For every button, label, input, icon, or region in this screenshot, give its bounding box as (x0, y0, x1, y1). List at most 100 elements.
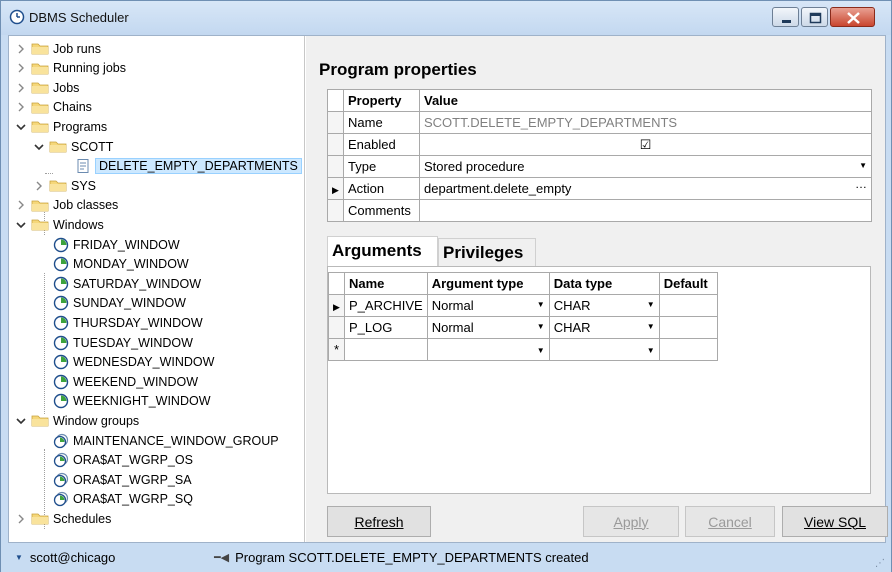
close-button[interactable] (830, 7, 875, 27)
resize-grip-icon[interactable]: ⋰ (875, 558, 885, 569)
default-cell[interactable] (658, 294, 719, 317)
property-row-comments[interactable]: Comments (327, 199, 872, 222)
tree-window-node[interactable]: MONDAY_WINDOW (53, 255, 189, 274)
collapsed-chevron-icon[interactable] (33, 180, 45, 192)
tree-window-group-node[interactable]: ORA$AT_WGRP_SQ (53, 490, 193, 509)
arguments-grid[interactable]: Name Argument type Data type Default ▶ P… (328, 272, 719, 361)
argument-type-select[interactable]: Normal ▼ (426, 316, 550, 339)
data-type-select[interactable]: CHAR ▼ (548, 294, 660, 317)
collapsed-chevron-icon[interactable] (15, 513, 27, 525)
collapsed-chevron-icon[interactable] (15, 43, 27, 55)
dropdown-arrow-icon[interactable]: ▼ (859, 161, 867, 170)
row-selector[interactable] (327, 111, 344, 134)
default-cell[interactable] (658, 338, 719, 361)
property-row-enabled[interactable]: Enabled ☑ (327, 133, 872, 156)
argument-row[interactable]: P_LOG Normal ▼ CHAR ▼ (328, 316, 719, 339)
argument-type-select[interactable]: Normal ▼ (426, 294, 550, 317)
folder-icon (31, 42, 49, 55)
tree-window-node[interactable]: WEEKNIGHT_WINDOW (53, 392, 211, 411)
tree-folder-node[interactable]: Jobs (15, 78, 79, 97)
tree-folder-node[interactable]: Running jobs (15, 59, 126, 78)
tree-window-node[interactable]: SUNDAY_WINDOW (53, 294, 186, 313)
tab-arguments[interactable]: Arguments (327, 236, 438, 266)
dropdown-arrow-icon[interactable]: ▼ (15, 553, 23, 562)
argument-name[interactable] (344, 338, 428, 361)
tree-folder-node[interactable]: Schedules (15, 509, 111, 528)
refresh-button[interactable]: Refresh (327, 506, 431, 537)
maximize-button[interactable] (801, 7, 828, 27)
view-sql-button[interactable]: View SQL (782, 506, 888, 537)
dropdown-arrow-icon[interactable]: ▼ (647, 346, 655, 355)
argument-type-select[interactable]: ▼ (426, 338, 550, 361)
tree-window-node[interactable]: TUESDAY_WINDOW (53, 333, 193, 352)
property-row-name[interactable]: Name SCOTT.DELETE_EMPTY_DEPARTMENTS (327, 111, 872, 134)
expanded-chevron-icon[interactable] (15, 219, 27, 231)
expanded-chevron-icon[interactable] (15, 415, 27, 427)
tree-window-node[interactable]: FRIDAY_WINDOW (53, 235, 180, 254)
value-column-header: Value (419, 89, 872, 112)
dropdown-arrow-icon[interactable]: ▼ (647, 322, 655, 331)
tree-node-label: Chains (53, 100, 92, 115)
tree-folder-node[interactable]: Job classes (15, 196, 118, 215)
type-select[interactable]: Stored procedure ▼ (419, 155, 872, 178)
tree-window-node[interactable]: SATURDAY_WINDOW (53, 274, 201, 293)
tree-window-group-node[interactable]: ORA$AT_WGRP_SA (53, 470, 192, 489)
tree-folder-node[interactable]: Chains (15, 98, 92, 117)
property-row-action[interactable]: ▶ Action department.delete_empty … (327, 177, 872, 200)
current-row-indicator[interactable]: ▶ (327, 177, 344, 200)
enabled-checkbox[interactable]: ☑ (419, 133, 872, 156)
minimize-button[interactable] (772, 7, 799, 27)
tab-privileges[interactable]: Privileges (438, 238, 536, 266)
property-row-type[interactable]: Type Stored procedure ▼ (327, 155, 872, 178)
dropdown-arrow-icon[interactable]: ▼ (647, 300, 655, 309)
ellipsis-button[interactable]: … (855, 177, 867, 191)
row-selector[interactable] (328, 316, 345, 339)
data-type-select[interactable]: ▼ (548, 338, 660, 361)
dropdown-arrow-icon[interactable]: ▼ (537, 300, 545, 309)
collapsed-chevron-icon[interactable] (15, 62, 27, 74)
expanded-chevron-icon[interactable] (15, 121, 27, 133)
tree-window-group-node[interactable]: ORA$AT_WGRP_OS (53, 451, 193, 470)
property-column-header: Property (343, 89, 420, 112)
data-type-value: CHAR (553, 298, 591, 313)
dropdown-arrow-icon[interactable]: ▼ (537, 322, 545, 331)
current-row-indicator[interactable]: ▶ (328, 294, 345, 317)
connection-selector[interactable]: ▼ scott@chicago (15, 550, 115, 565)
dropdown-arrow-icon[interactable]: ▼ (537, 346, 545, 355)
tree-program-node[interactable]: DELETE_EMPTY_DEPARTMENTS (75, 157, 302, 176)
argument-name[interactable]: P_ARCHIVE (344, 294, 428, 317)
title-bar[interactable]: DBMS Scheduler (1, 1, 891, 35)
new-argument-row[interactable]: * ▼ ▼ (328, 338, 719, 361)
collapsed-chevron-icon[interactable] (15, 82, 27, 94)
apply-button[interactable]: Apply (583, 506, 679, 537)
action-field[interactable]: department.delete_empty … (419, 177, 872, 200)
tree-window-node[interactable]: WEEKEND_WINDOW (53, 372, 198, 391)
tree-folder-node[interactable]: SCOTT (33, 137, 113, 156)
row-selector[interactable] (327, 199, 344, 222)
default-cell[interactable] (658, 316, 719, 339)
collapsed-chevron-icon[interactable] (15, 199, 27, 211)
comments-field[interactable] (419, 199, 872, 222)
properties-grid[interactable]: Property Value Name SCOTT.DELETE_EMPTY_D… (327, 89, 872, 222)
collapsed-chevron-icon[interactable] (15, 101, 27, 113)
tree-window-group-node[interactable]: MAINTENANCE_WINDOW_GROUP (53, 431, 279, 450)
tree-folder-node[interactable]: Window groups (15, 411, 139, 430)
row-selector[interactable] (327, 133, 344, 156)
row-selector[interactable] (327, 155, 344, 178)
argument-row[interactable]: ▶ P_ARCHIVE Normal ▼ CHAR ▼ (328, 294, 719, 317)
tree-window-node[interactable]: WEDNESDAY_WINDOW (53, 353, 214, 372)
tree-folder-node[interactable]: Job runs (15, 39, 101, 58)
expanded-chevron-icon[interactable] (33, 141, 45, 153)
cancel-label: Cancel (708, 513, 752, 530)
data-type-select[interactable]: CHAR ▼ (548, 316, 660, 339)
tree-node-label: ORA$AT_WGRP_SQ (73, 492, 193, 507)
tree-folder-node[interactable]: Windows (15, 215, 104, 234)
folder-icon (31, 62, 49, 75)
argument-name[interactable]: P_LOG (344, 316, 428, 339)
tree-folder-node[interactable]: SYS (33, 176, 96, 195)
cancel-button[interactable]: Cancel (685, 506, 775, 537)
navigation-tree[interactable]: Job runs Running jobs Jobs Chains Programs SC… (9, 36, 305, 542)
tree-folder-node[interactable]: Programs (15, 117, 107, 136)
tree-window-node[interactable]: THURSDAY_WINDOW (53, 313, 203, 332)
property-label: Enabled (343, 133, 420, 156)
